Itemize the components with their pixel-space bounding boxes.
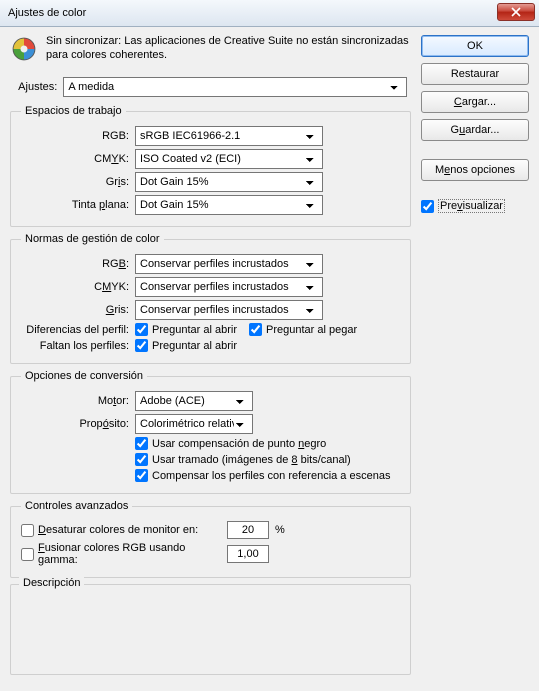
bpc-text: Usar compensación de punto negro	[152, 438, 326, 450]
preview-check[interactable]	[421, 200, 434, 213]
spot-select[interactable]: Dot Gain 15%	[135, 195, 323, 215]
policy-gray-select[interactable]: Conservar perfiles incrustados	[135, 300, 323, 320]
preview-checkbox[interactable]: Previsualizar	[421, 199, 529, 213]
blend-checkbox[interactable]: Fusionar colores RGB usando gamma:	[21, 542, 221, 566]
sync-status-text: Sin sincronizar: Las aplicaciones de Cre…	[46, 35, 411, 69]
mismatch-paste-checkbox[interactable]: Preguntar al pegar	[249, 323, 357, 336]
desaturate-text: Desaturar colores de monitor en:	[38, 524, 198, 536]
save-button[interactable]: Guardar...	[421, 119, 529, 141]
mismatch-paste-check[interactable]	[249, 323, 262, 336]
gray-label: Gris:	[21, 176, 129, 188]
missing-open-checkbox[interactable]: Preguntar al abrir	[135, 339, 237, 352]
desaturate-check[interactable]	[21, 524, 34, 537]
dither-text: Usar tramado (imágenes de 8 bits/canal)	[152, 454, 351, 466]
description-legend: Descripción	[19, 577, 84, 589]
mismatch-open-checkbox[interactable]: Preguntar al abrir	[135, 323, 237, 336]
missing-label: Faltan los perfiles:	[21, 340, 129, 352]
less-options-button[interactable]: Menos opciones	[421, 159, 529, 181]
restore-button[interactable]: Restaurar	[421, 63, 529, 85]
preview-text: Previsualizar	[438, 199, 505, 213]
settings-label: Ajustes:	[14, 81, 57, 93]
desaturate-checkbox[interactable]: Desaturar colores de monitor en:	[21, 524, 221, 537]
policy-rgb-select[interactable]: Conservar perfiles incrustados	[135, 254, 323, 274]
settings-select[interactable]: A medida	[63, 77, 407, 97]
cmyk-select[interactable]: ISO Coated v2 (ECI)	[135, 149, 323, 169]
mismatch-paste-text: Preguntar al pegar	[266, 324, 357, 336]
conversion-fieldset: Opciones de conversión Motor: Adobe (ACE…	[10, 370, 411, 494]
mismatch-open-check[interactable]	[135, 323, 148, 336]
dither-check[interactable]	[135, 453, 148, 466]
policies-legend: Normas de gestión de color	[21, 233, 164, 245]
workspaces-legend: Espacios de trabajo	[21, 105, 126, 117]
rgb-label: RGB:	[21, 130, 129, 142]
advanced-fieldset: Controles avanzados Desaturar colores de…	[10, 500, 411, 578]
blend-text: Fusionar colores RGB usando gamma:	[38, 542, 221, 566]
desaturate-input[interactable]	[227, 521, 269, 539]
engine-select[interactable]: Adobe (ACE)	[135, 391, 253, 411]
intent-label: Propósito:	[21, 418, 129, 430]
dither-checkbox[interactable]: Usar tramado (imágenes de 8 bits/canal)	[135, 453, 351, 466]
scene-check[interactable]	[135, 469, 148, 482]
mismatch-label: Diferencias del perfil:	[21, 324, 129, 336]
blend-input[interactable]	[227, 545, 269, 563]
policy-rgb-label: RGB:	[21, 258, 129, 270]
policy-gray-label: Gris:	[21, 304, 129, 316]
scene-text: Compensar los perfiles con referencia a …	[152, 470, 390, 482]
bpc-checkbox[interactable]: Usar compensación de punto negro	[135, 437, 326, 450]
policy-cmyk-label: CMYK:	[21, 281, 129, 293]
description-fieldset: Descripción	[10, 584, 411, 675]
workspaces-fieldset: Espacios de trabajo RGB: sRGB IEC61966-2…	[10, 105, 411, 227]
close-icon	[511, 7, 521, 17]
close-button[interactable]	[497, 3, 535, 21]
advanced-legend: Controles avanzados	[21, 500, 132, 512]
mismatch-open-text: Preguntar al abrir	[152, 324, 237, 336]
sync-status-icon	[10, 35, 38, 63]
intent-select[interactable]: Colorimétrico relativo	[135, 414, 253, 434]
gray-select[interactable]: Dot Gain 15%	[135, 172, 323, 192]
percent-label: %	[275, 524, 285, 536]
missing-open-check[interactable]	[135, 339, 148, 352]
policies-fieldset: Normas de gestión de color RGB: Conserva…	[10, 233, 411, 364]
cmyk-label: CMYK:	[21, 153, 129, 165]
engine-label: Motor:	[21, 395, 129, 407]
spot-label: Tinta plana:	[21, 199, 129, 211]
bpc-check[interactable]	[135, 437, 148, 450]
missing-open-text: Preguntar al abrir	[152, 340, 237, 352]
window-title: Ajustes de color	[8, 7, 86, 19]
conversion-legend: Opciones de conversión	[21, 370, 147, 382]
rgb-select[interactable]: sRGB IEC61966-2.1	[135, 126, 323, 146]
load-button[interactable]: Cargar...	[421, 91, 529, 113]
scene-checkbox[interactable]: Compensar los perfiles con referencia a …	[135, 469, 390, 482]
ok-button[interactable]: OK	[421, 35, 529, 57]
policy-cmyk-select[interactable]: Conservar perfiles incrustados	[135, 277, 323, 297]
blend-check[interactable]	[21, 548, 34, 561]
